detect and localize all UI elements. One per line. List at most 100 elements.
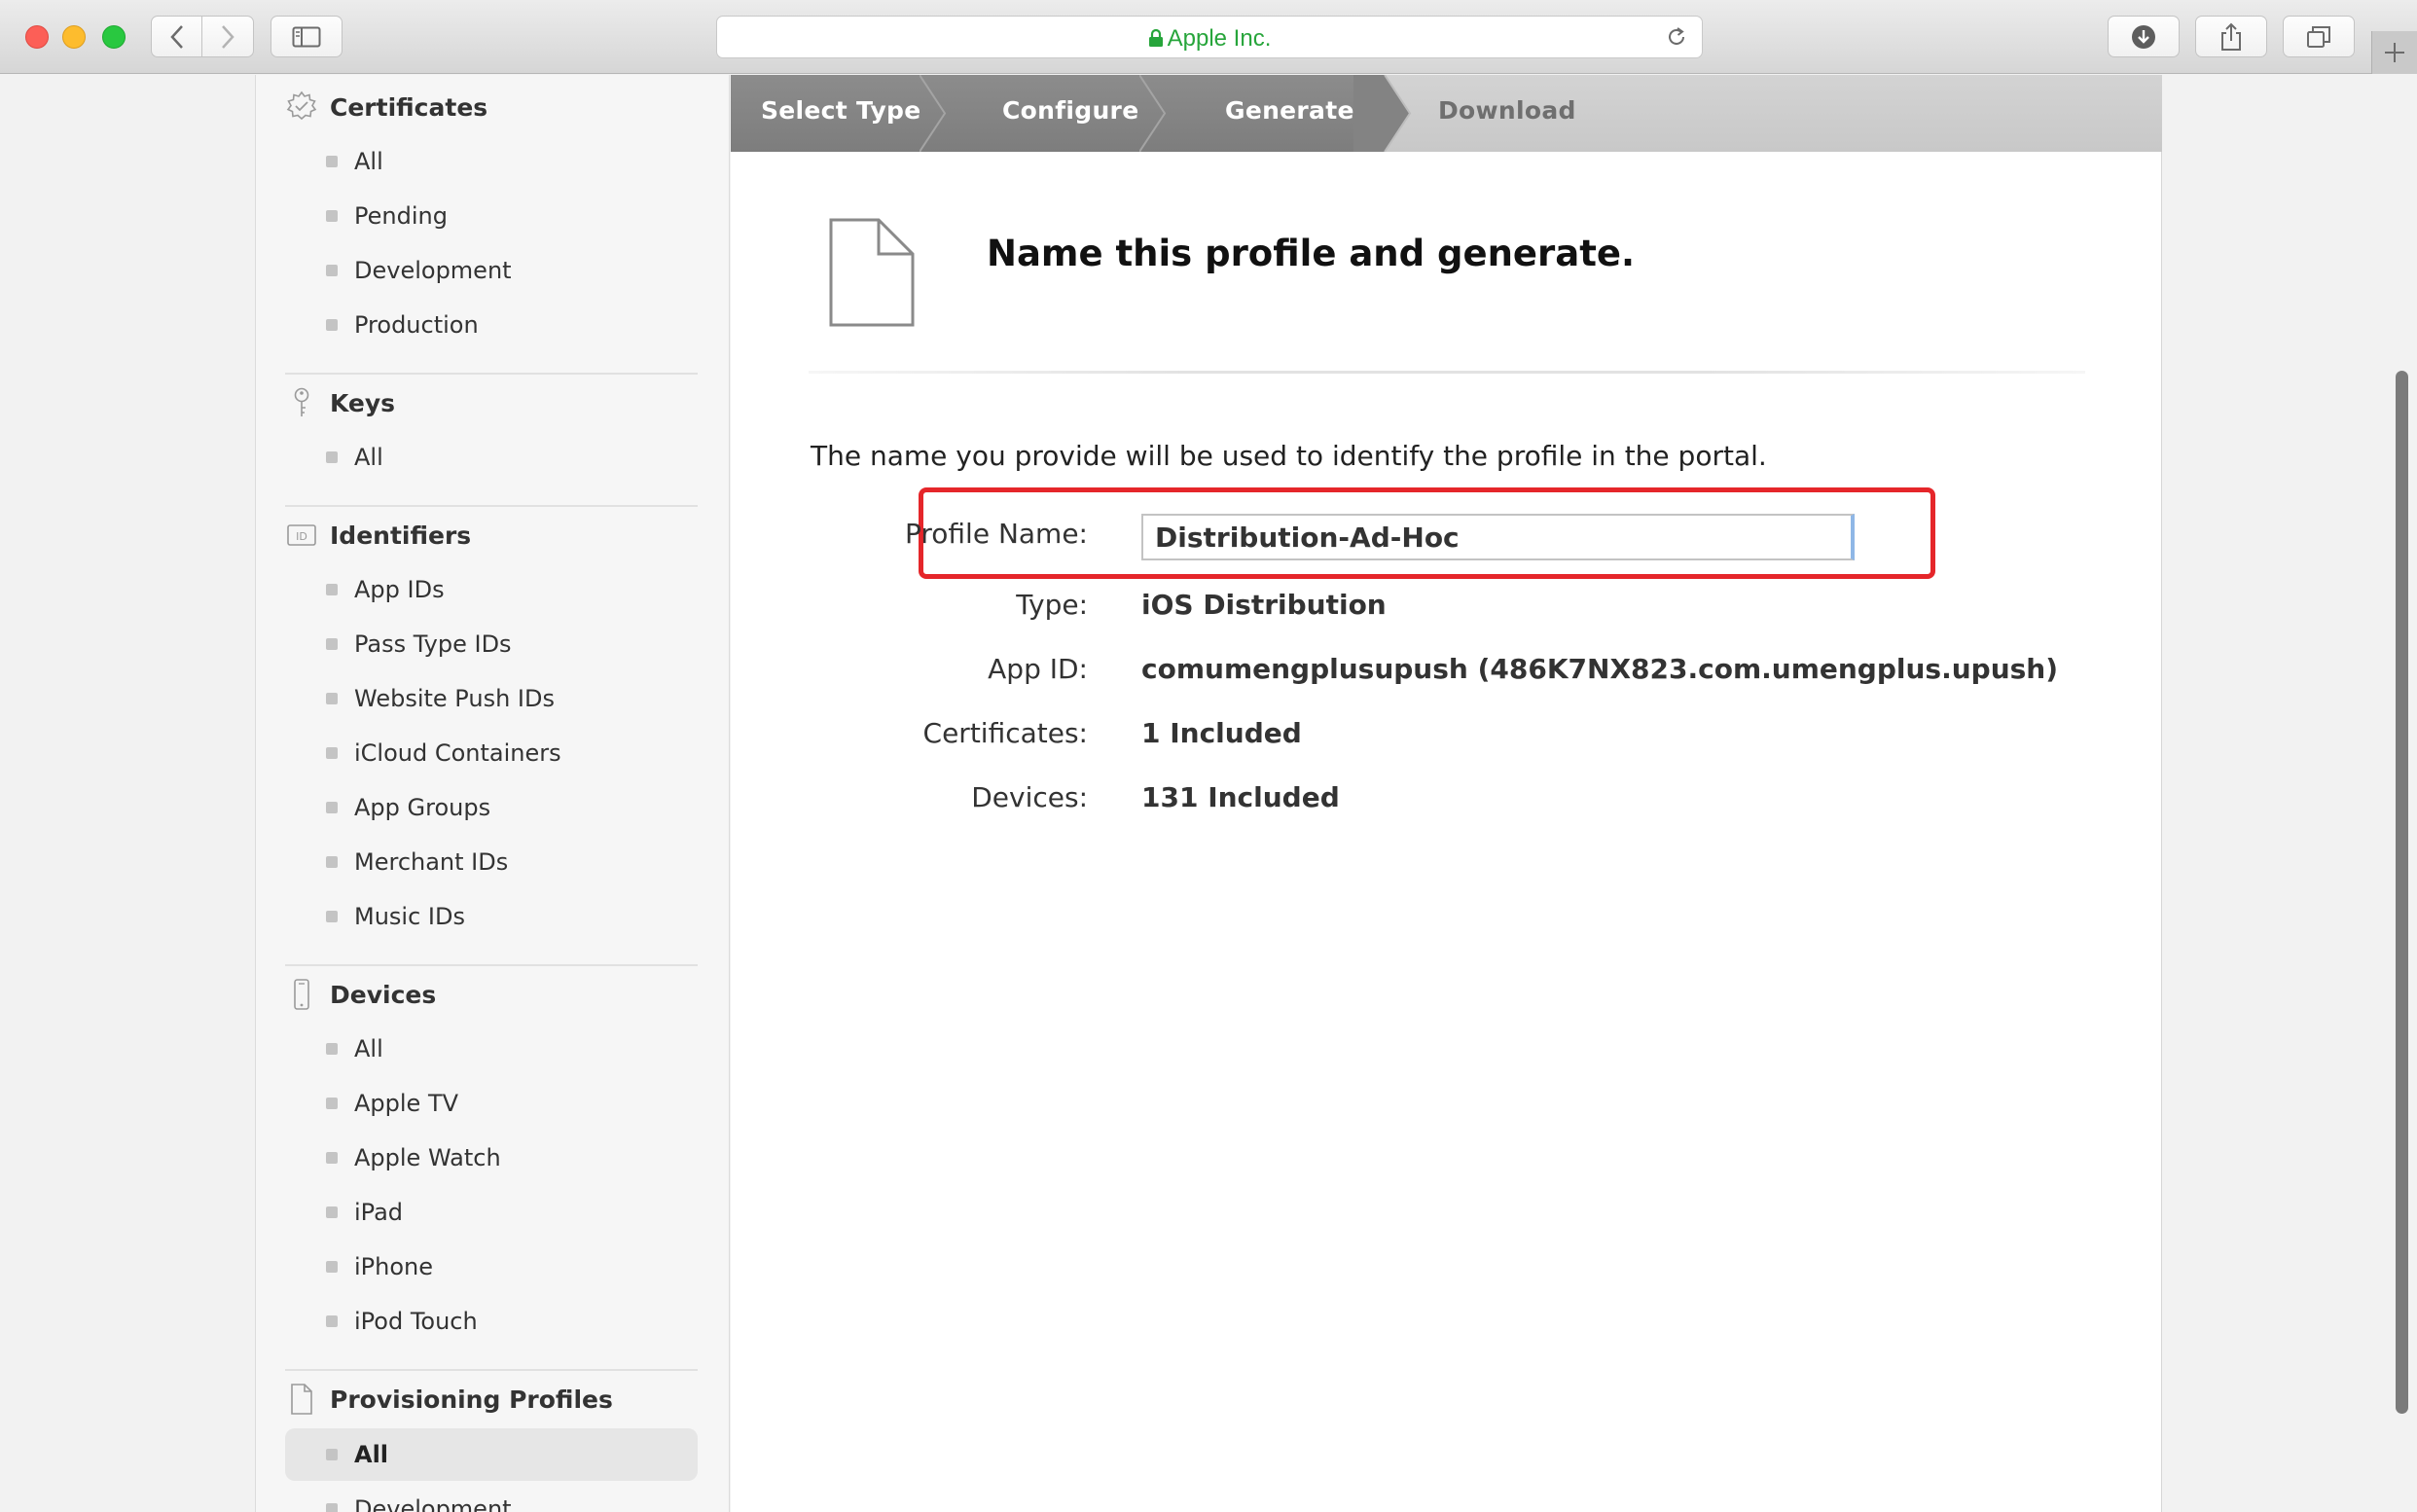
step-generate: Generate xyxy=(1225,96,1354,125)
bullet-icon xyxy=(326,265,338,276)
sidebar-icon xyxy=(292,26,321,47)
bullet-icon xyxy=(326,856,338,868)
sidebar-item-certificates-pending[interactable]: Pending xyxy=(285,190,698,242)
sidebar-item-ipad[interactable]: iPad xyxy=(285,1186,698,1239)
chevron-right-icon xyxy=(222,24,234,49)
profile-name-input[interactable] xyxy=(1141,514,1855,560)
sidebar-item-label: Pending xyxy=(354,202,448,230)
bullet-icon xyxy=(326,1503,338,1512)
address-bar[interactable]: Apple Inc. xyxy=(716,16,1703,58)
certificates-value: 1 Included xyxy=(1141,717,1302,749)
forward-button[interactable] xyxy=(201,16,254,57)
browser-toolbar: Apple Inc. xyxy=(0,0,2417,74)
sidebar-item-profiles-development[interactable]: Development xyxy=(285,1483,698,1512)
bullet-icon xyxy=(326,1152,338,1164)
lock-icon xyxy=(1148,28,1163,47)
sidebar-item-label: iCloud Containers xyxy=(354,739,561,767)
sidebar-section-title: Keys xyxy=(330,388,396,417)
sidebar-item-certificates-all[interactable]: All xyxy=(285,135,698,188)
sidebar-section-title: Identifiers xyxy=(330,521,472,550)
certificates-label: Certificates: xyxy=(922,717,1088,749)
minimize-window-button[interactable] xyxy=(62,25,86,49)
zoom-window-button[interactable] xyxy=(102,25,126,49)
step-download: Download xyxy=(1438,96,1576,125)
bullet-icon xyxy=(326,1449,338,1460)
devices-label: Devices: xyxy=(971,781,1088,813)
new-tab-button[interactable] xyxy=(2371,31,2417,74)
sidebar-item-merchant-ids[interactable]: Merchant IDs xyxy=(285,836,698,888)
sidebar-item-music-ids[interactable]: Music IDs xyxy=(285,890,698,943)
sidebar-divider xyxy=(285,1369,698,1371)
intro-text: The name you provide will be used to ide… xyxy=(811,440,1767,472)
sidebar-item-app-ids[interactable]: App IDs xyxy=(285,563,698,616)
step-configure: Configure xyxy=(1002,96,1139,125)
address-text: Apple Inc. xyxy=(717,25,1702,53)
sidebar-section-keys[interactable]: Keys xyxy=(285,383,395,422)
sidebar-item-devices-all[interactable]: All xyxy=(285,1023,698,1075)
sidebar-item-label: Website Push IDs xyxy=(354,685,555,712)
app-id-label: App ID: xyxy=(988,653,1088,685)
key-icon xyxy=(285,386,318,419)
sidebar-section-identifiers[interactable]: ID Identifiers xyxy=(285,516,471,555)
section-divider xyxy=(809,371,2085,374)
sidebar-item-apple-watch[interactable]: Apple Watch xyxy=(285,1132,698,1184)
document-icon xyxy=(285,1383,318,1416)
sidebar-section-devices[interactable]: Devices xyxy=(285,975,436,1014)
step-separator-icon xyxy=(1139,75,1167,152)
plus-icon xyxy=(2385,43,2404,62)
sidebar-item-pass-type-ids[interactable]: Pass Type IDs xyxy=(285,618,698,670)
tabs-icon xyxy=(2307,25,2330,48)
profile-document-icon xyxy=(829,218,915,327)
sidebar-item-certificates-development[interactable]: Development xyxy=(285,244,698,297)
bullet-icon xyxy=(326,1043,338,1055)
sidebar-item-iphone[interactable]: iPhone xyxy=(285,1241,698,1293)
sidebar-item-label: All xyxy=(354,1441,389,1468)
step-separator-icon xyxy=(1353,75,1412,152)
page-scrollbar[interactable] xyxy=(2396,371,2408,1414)
sidebar-item-apple-tv[interactable]: Apple TV xyxy=(285,1077,698,1130)
site-name: Apple Inc. xyxy=(1167,25,1272,52)
sidebar: Certificates All Pending Development Pro… xyxy=(255,75,730,1512)
bullet-icon xyxy=(326,319,338,331)
sidebar-item-label: All xyxy=(354,1035,383,1062)
sidebar-toggle-button[interactable] xyxy=(271,16,343,57)
sidebar-section-title: Provisioning Profiles xyxy=(330,1385,613,1414)
sidebar-section-provisioning-profiles[interactable]: Provisioning Profiles xyxy=(285,1380,613,1419)
sidebar-item-website-push-ids[interactable]: Website Push IDs xyxy=(285,672,698,725)
certificate-icon xyxy=(285,90,318,124)
page-title: Name this profile and generate. xyxy=(987,233,1636,274)
show-tabs-button[interactable] xyxy=(2283,16,2355,57)
bullet-icon xyxy=(326,451,338,463)
bullet-icon xyxy=(326,911,338,922)
bullet-icon xyxy=(326,693,338,704)
sidebar-item-profiles-all[interactable]: All xyxy=(285,1428,698,1481)
main-panel: Select Type Configure Generate Download … xyxy=(731,75,2162,1512)
sidebar-item-label: Development xyxy=(354,257,512,284)
reload-icon[interactable] xyxy=(1665,25,1688,49)
device-icon xyxy=(285,978,318,1011)
type-value: iOS Distribution xyxy=(1141,589,1387,621)
chevron-left-icon xyxy=(169,24,183,49)
sidebar-divider xyxy=(285,964,698,966)
close-window-button[interactable] xyxy=(25,25,49,49)
downloads-button[interactable] xyxy=(2108,16,2180,57)
share-button[interactable] xyxy=(2195,16,2267,57)
back-button[interactable] xyxy=(151,16,202,57)
sidebar-item-certificates-production[interactable]: Production xyxy=(285,299,698,351)
sidebar-item-label: Pass Type IDs xyxy=(354,630,512,658)
bullet-icon xyxy=(326,1315,338,1327)
sidebar-item-label: iPad xyxy=(354,1199,404,1226)
app-id-value: comumengplusupush (486K7NX823.com.umengp… xyxy=(1141,653,2059,685)
sidebar-section-certificates[interactable]: Certificates xyxy=(285,88,487,126)
sidebar-item-icloud-containers[interactable]: iCloud Containers xyxy=(285,727,698,779)
sidebar-item-app-groups[interactable]: App Groups xyxy=(285,781,698,834)
sidebar-item-label: App Groups xyxy=(354,794,491,821)
sidebar-item-keys-all[interactable]: All xyxy=(285,431,698,484)
bullet-icon xyxy=(326,638,338,650)
sidebar-section-title: Certificates xyxy=(330,92,488,122)
profile-name-label: Profile Name: xyxy=(904,518,1088,550)
sidebar-item-ipod-touch[interactable]: iPod Touch xyxy=(285,1295,698,1348)
bullet-icon xyxy=(326,156,338,167)
bullet-icon xyxy=(326,802,338,813)
sidebar-item-label: Production xyxy=(354,311,479,339)
